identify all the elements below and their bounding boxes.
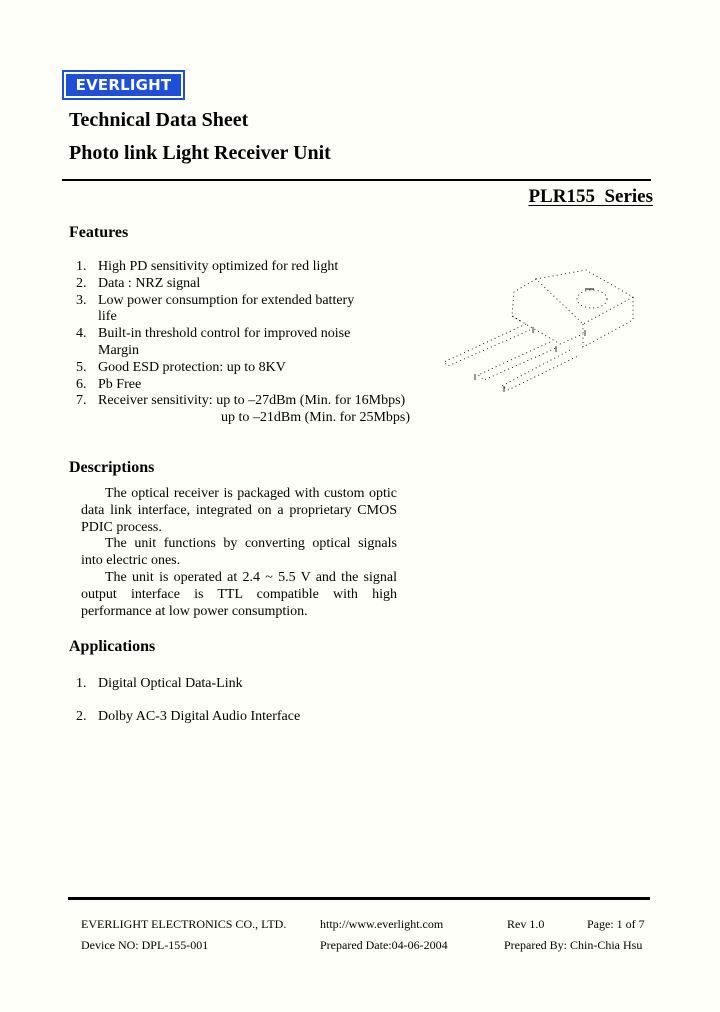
description-paragraph: The unit is operated at 2.4 ~ 5.5 V and … bbox=[81, 569, 397, 619]
feature-text: Good ESD protection: up to 8KV bbox=[98, 359, 286, 375]
application-item: 2. Dolby AC-3 Digital Audio Interface bbox=[76, 710, 300, 724]
feature-number: 1. bbox=[76, 259, 87, 274]
footer-revision: Rev 1.0 bbox=[507, 917, 545, 931]
feature-text: Receiver sensitivity: up to –27dBm (Min.… bbox=[98, 393, 406, 409]
feature-text: Low power consumption for extended batte… bbox=[98, 292, 355, 308]
feature-continuation: Margin bbox=[98, 342, 139, 358]
applications-heading: Applications bbox=[69, 638, 156, 655]
footer-divider bbox=[68, 897, 650, 900]
component-sketch-icon bbox=[443, 269, 634, 392]
application-number: 2. bbox=[76, 709, 87, 724]
document-subtitle: Photo link Light Receiver Unit bbox=[69, 142, 331, 164]
header-divider bbox=[62, 179, 637, 181]
feature-text: Data : NRZ signal bbox=[98, 275, 201, 291]
feature-continuation: up to –21dBm (Min. for 25Mbps) bbox=[221, 410, 410, 426]
footer-page-number: Page: 1 of 7 bbox=[587, 917, 645, 931]
footer-prepared-date: Prepared Date:04-06-2004 bbox=[320, 938, 448, 952]
feature-item: 5. Good ESD protection: up to 8KV bbox=[76, 360, 436, 377]
footer-prepared-by: Prepared By: Chin-Chia Hsu bbox=[504, 938, 643, 952]
application-number: 1. bbox=[76, 676, 87, 691]
application-item: 1. Digital Optical Data-Link bbox=[76, 677, 300, 691]
feature-continuation: life bbox=[98, 309, 117, 325]
feature-item: 7. Receiver sensitivity: up to –27dBm (M… bbox=[76, 393, 436, 410]
feature-number: 3. bbox=[76, 292, 87, 308]
feature-text: High PD sensitivity optimized for red li… bbox=[98, 259, 339, 274]
everlight-logo: EVERLIGHT bbox=[62, 70, 185, 100]
header-divider-accent bbox=[629, 179, 651, 181]
features-heading: Features bbox=[69, 224, 129, 241]
feature-number: 5. bbox=[76, 359, 87, 375]
descriptions-heading: Descriptions bbox=[69, 459, 155, 476]
document-title: Technical Data Sheet bbox=[69, 109, 249, 131]
feature-text: Pb Free bbox=[98, 376, 142, 392]
feature-number: 2. bbox=[76, 275, 87, 291]
feature-number: 7. bbox=[76, 393, 87, 409]
logo-text: EVERLIGHT bbox=[66, 74, 181, 96]
series-label: PLR155 Series bbox=[528, 186, 653, 207]
footer-device-number: Device NO: DPL-155-001 bbox=[81, 938, 209, 952]
footer-url-link[interactable]: http://www.everlight.com bbox=[320, 918, 443, 930]
feature-item: 4. Built-in threshold control for improv… bbox=[76, 326, 436, 343]
feature-item: 6. Pb Free bbox=[76, 377, 436, 394]
feature-item: 2. Data : NRZ signal bbox=[76, 276, 436, 293]
descriptions-body: The optical receiver is packaged with cu… bbox=[81, 486, 397, 620]
description-paragraph: The optical receiver is packaged with cu… bbox=[81, 486, 397, 535]
feature-number: 4. bbox=[76, 326, 87, 342]
applications-list: 1. Digital Optical Data-Link 2. Dolby AC… bbox=[76, 677, 300, 724]
feature-number: 6. bbox=[76, 376, 87, 392]
feature-text: Built-in threshold control for improved … bbox=[98, 326, 351, 342]
application-text: Digital Optical Data-Link bbox=[98, 676, 243, 691]
description-paragraph: The unit functions by converting optical… bbox=[81, 536, 397, 569]
application-text: Dolby AC-3 Digital Audio Interface bbox=[98, 709, 301, 724]
feature-item: 1. High PD sensitivity optimized for red… bbox=[76, 259, 436, 276]
features-list: 1. High PD sensitivity optimized for red… bbox=[76, 259, 436, 427]
footer-company: EVERLIGHT ELECTRONICS CO., LTD. bbox=[81, 917, 287, 931]
feature-item: 3. Low power consumption for extended ba… bbox=[76, 293, 436, 310]
